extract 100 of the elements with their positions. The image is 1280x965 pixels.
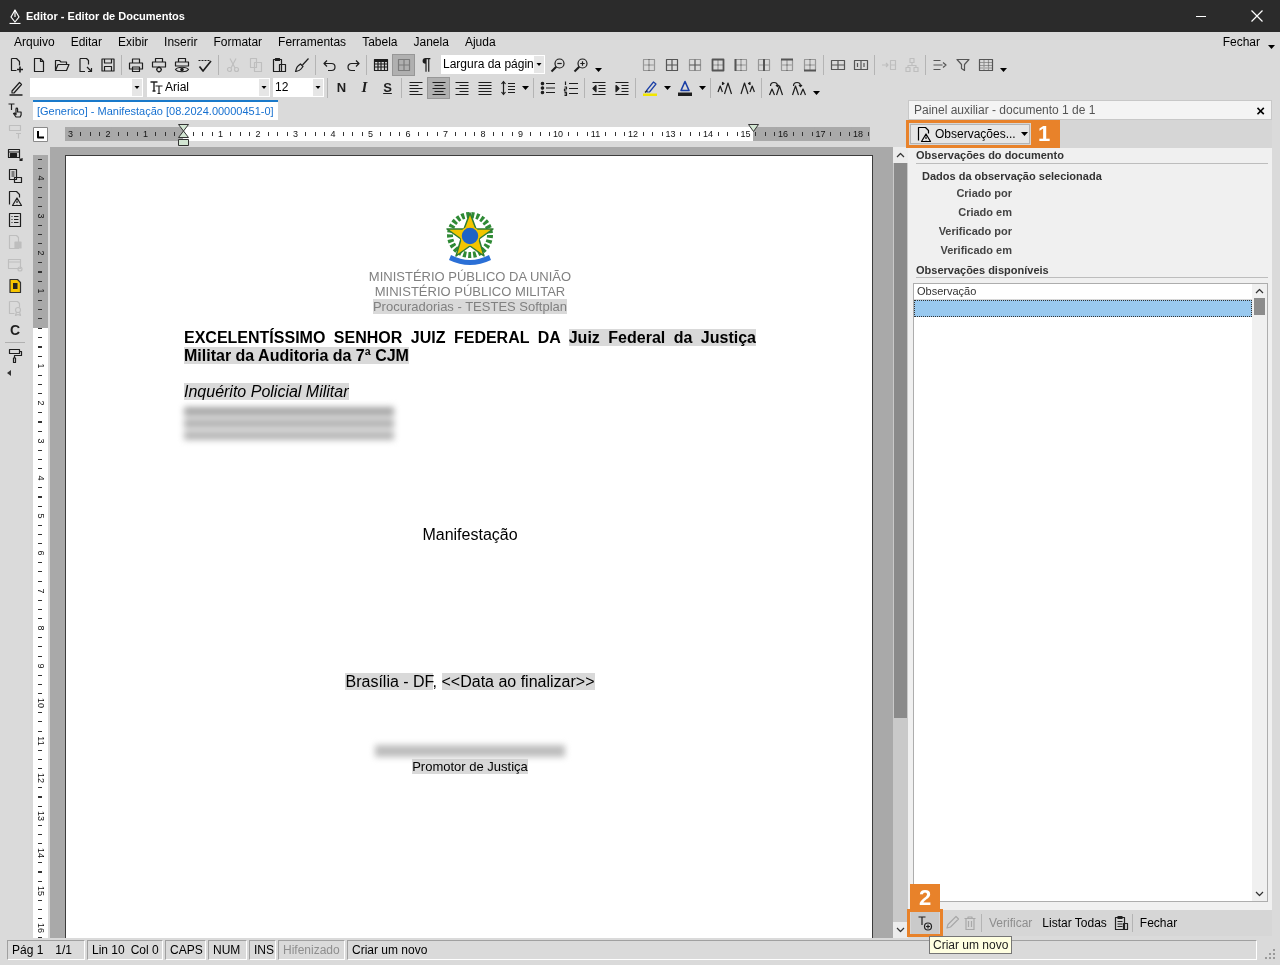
text-add-icon (917, 915, 933, 931)
highlighter-icon (641, 79, 658, 96)
indent-marker-icon[interactable] (178, 124, 189, 146)
close-menu-item[interactable]: Fechar (1214, 33, 1268, 52)
document-arrow-icon (76, 56, 93, 73)
menu-item[interactable]: Ferramentas (270, 33, 355, 52)
bold-button[interactable]: N (330, 76, 353, 99)
numbered-list-icon (562, 79, 579, 96)
toolbar-text-button[interactable]: Listar Todas (1037, 916, 1112, 930)
subsection-heading: Dados da observação selecionada (922, 170, 1103, 183)
caret-icon[interactable] (1268, 44, 1275, 49)
bulleted-list-icon (539, 79, 556, 96)
caret-icon[interactable] (594, 68, 602, 72)
caret-icon[interactable] (698, 85, 706, 90)
paint-roller-icon (7, 347, 23, 363)
toolbar-text-button[interactable]: Fechar (1134, 916, 1183, 930)
shaded-table-icon (977, 56, 994, 73)
ruler-number: 16 (35, 922, 46, 934)
case-arrow-icon (790, 79, 807, 96)
menu-item[interactable]: Inserir (156, 33, 206, 52)
right-indent-marker-icon[interactable] (748, 124, 759, 132)
grid-icon (663, 56, 680, 73)
section-heading: Observações disponíveis (916, 263, 1268, 278)
scrollbar-thumb[interactable] (894, 163, 907, 718)
status-text: Pág 1 (12, 942, 44, 957)
caret-left-icon[interactable] (7, 370, 11, 376)
ruler-number: 9 (35, 662, 46, 669)
grid-icon (395, 56, 412, 73)
panel-close-button[interactable]: × (1254, 102, 1267, 118)
caret-icon[interactable] (663, 85, 671, 90)
menu-item[interactable]: Arquivo (6, 33, 63, 52)
pen-underline-icon (7, 79, 24, 96)
line-spacing-icon (499, 79, 516, 96)
shrink-font-icon (739, 79, 756, 96)
ruler-number: 5 (35, 512, 46, 519)
ruler-number: 8 (35, 624, 46, 632)
ruler-number: 13 (35, 809, 46, 822)
clipboard-icon (270, 56, 287, 73)
font-icon (150, 81, 163, 94)
caret-icon[interactable] (999, 68, 1007, 72)
ruler-number: 2 (35, 249, 46, 257)
outer-border-icon (709, 56, 726, 73)
ruler-number: 14 (35, 847, 46, 859)
window-arrow-icon (7, 146, 23, 162)
text-color-icon (676, 79, 693, 96)
letterhead-line: MINISTÉRIO PÚBLICO MILITAR (374, 284, 566, 299)
list-row[interactable] (914, 300, 1252, 317)
font-dropdown[interactable]: Arial (147, 78, 270, 97)
justify-icon (476, 79, 493, 96)
horizontal-ruler[interactable]: 3 2 1 1 2 3 4 5 6 7 8 9 10 11 12 13 14 15 16 17 18 (65, 127, 870, 141)
panel-title: Painel auxiliar - documento 1 de 1 (914, 103, 1096, 117)
menu-item[interactable]: Tabela (354, 33, 406, 52)
clipboard-list-icon (1112, 915, 1129, 931)
left-border-icon (732, 56, 749, 73)
callout-badge: 2 (910, 884, 940, 911)
inner-grid-icon (686, 56, 703, 73)
align-right-icon (453, 79, 470, 96)
menu-item[interactable]: Editar (62, 33, 111, 52)
ruler-number: 3 (35, 437, 46, 444)
menu-item[interactable]: Janela (405, 33, 457, 52)
document-warning-icon (916, 126, 932, 142)
status-text: Lin 10 (92, 942, 125, 957)
tab-stop-icon[interactable] (33, 126, 48, 142)
status-text: INS (254, 942, 274, 957)
menu-item[interactable]: Formatar (205, 33, 271, 52)
menu-item[interactable]: Exibir (110, 33, 157, 52)
ruler-number: 7 (35, 587, 46, 594)
center-border-icon (755, 56, 772, 73)
caret-icon[interactable] (812, 91, 820, 95)
underline-button[interactable]: S (376, 76, 399, 99)
bottom-border-icon (801, 56, 818, 73)
italic-button[interactable]: I (353, 76, 376, 99)
field-label: Criado por (955, 186, 1012, 201)
hierarchy-icon (903, 56, 920, 73)
status-text: Col 0 (130, 942, 159, 957)
field-label: Verificado por (937, 224, 1012, 239)
ruler-number: 6 (35, 549, 46, 557)
letter-button[interactable]: C (3, 319, 27, 341)
printer-icon (127, 56, 144, 73)
printer-eye-icon (173, 56, 190, 73)
ruler-number: 15 (35, 884, 46, 897)
decrease-indent-icon (590, 79, 607, 96)
ruler-number: 3 (35, 212, 46, 219)
menu-item[interactable]: Ajuda (456, 33, 504, 52)
toolbar-button[interactable] (427, 76, 450, 99)
field-label: Criado em (957, 205, 1012, 220)
font-size-dropdown[interactable]: 12 (273, 78, 324, 97)
paragraph-mark-button[interactable]: ¶ (415, 53, 438, 76)
document-warning-icon (7, 190, 23, 206)
tooltip: Criar um novo (929, 936, 1013, 954)
observations-menu-button[interactable]: Observações... (910, 124, 1030, 144)
caret-icon[interactable] (521, 85, 529, 90)
align-center-icon (430, 79, 447, 96)
document-hand-icon (7, 234, 23, 250)
ruler-number: 12 (35, 772, 46, 784)
vertical-ruler[interactable]: 4 3 2 1 1 2 3 4 5 6 7 8 9 10 11 12 13 14 15 16 (33, 155, 48, 938)
zoom-dropdown[interactable]: Largura da págin (441, 55, 545, 74)
document-tab[interactable]: [Generico] - Manifestação [08.2024.00000451-0] (33, 100, 278, 120)
scrollbar-thumb[interactable] (1254, 298, 1265, 315)
resize-grip-icon[interactable] (1264, 947, 1276, 960)
